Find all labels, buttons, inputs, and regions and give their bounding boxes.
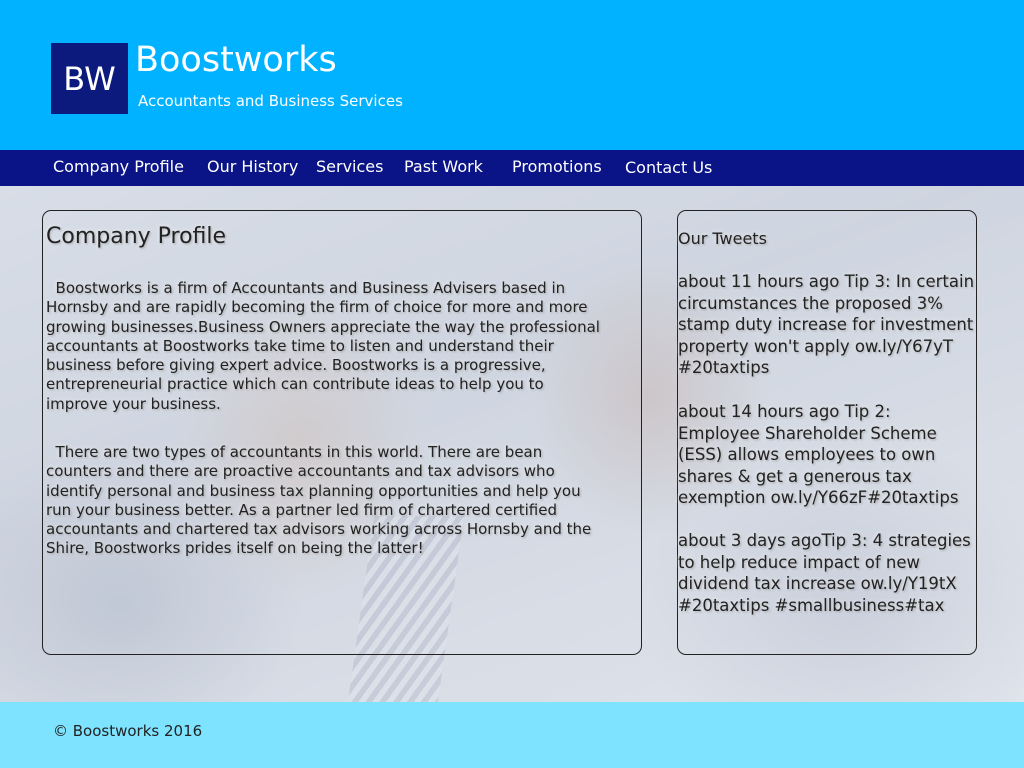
- brand-name[interactable]: Boostworks: [135, 40, 337, 80]
- profile-paragraph-2: There are two types of accountants in th…: [46, 443, 592, 558]
- nav-our-history[interactable]: Our History: [207, 150, 298, 186]
- site-header: BW Boostworks Accountants and Business S…: [0, 0, 1024, 150]
- page-title: Company Profile: [46, 224, 227, 249]
- nav-promotions[interactable]: Promotions: [512, 150, 602, 186]
- tweet-item[interactable]: about 11 hours ago Tip 3: In certain cir…: [678, 271, 976, 379]
- tweets-panel: Our Tweets about 11 hours ago Tip 3: In …: [677, 210, 977, 655]
- tweet-item[interactable]: about 3 days agoTip 3: 4 strategies to h…: [678, 530, 976, 616]
- tweets-title: Our Tweets: [678, 229, 767, 248]
- nav-past-work[interactable]: Past Work: [404, 150, 483, 186]
- company-profile-panel: Company Profile Boostworks is a firm of …: [42, 210, 642, 655]
- nav-company-profile[interactable]: Company Profile: [53, 150, 184, 186]
- profile-paragraph-1: Boostworks is a firm of Accountants and …: [46, 279, 600, 413]
- tweet-item[interactable]: about 14 hours ago Tip 2: Employee Share…: [678, 401, 976, 509]
- nav-contact-us[interactable]: Contact Us: [625, 151, 712, 187]
- logo[interactable]: BW: [51, 43, 128, 114]
- site-footer: © Boostworks 2016: [0, 702, 1024, 768]
- main-nav: Company Profile Our History Services Pas…: [0, 150, 1024, 186]
- brand-tagline: Accountants and Business Services: [138, 92, 403, 110]
- nav-services[interactable]: Services: [316, 150, 383, 186]
- copyright-text: © Boostworks 2016: [53, 722, 203, 740]
